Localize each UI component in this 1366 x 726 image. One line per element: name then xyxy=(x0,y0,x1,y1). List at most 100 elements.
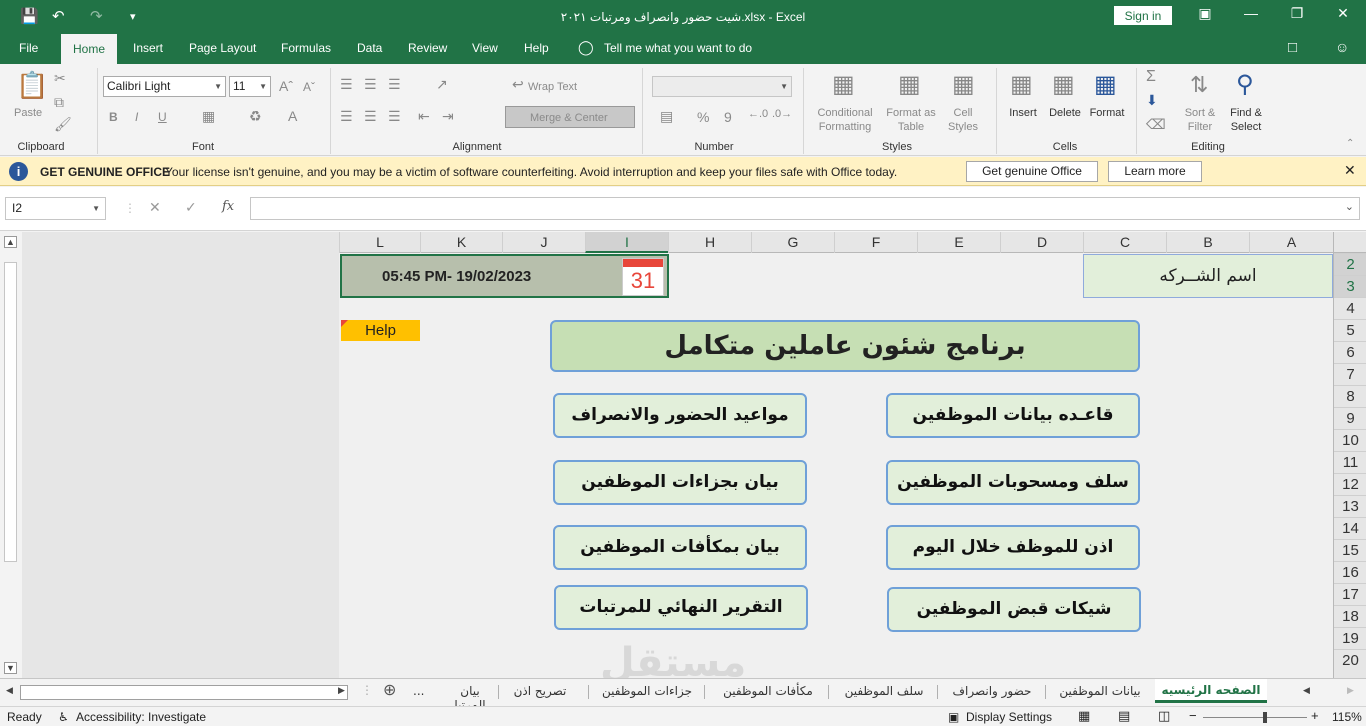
column-header-f[interactable]: F xyxy=(834,232,917,253)
employee-advances-button[interactable]: سلف ومسحوبات الموظفين xyxy=(886,460,1140,505)
zoom-level[interactable]: 115% xyxy=(1332,710,1362,724)
fill-color-icon[interactable]: ♻ xyxy=(249,108,262,125)
row-header[interactable]: 12 xyxy=(1334,473,1366,495)
accessibility-status[interactable]: Accessibility: Investigate xyxy=(76,710,206,724)
close-icon[interactable]: ✕ xyxy=(1344,162,1356,179)
collapse-ribbon-icon[interactable]: ⌃ xyxy=(1346,138,1354,149)
clear-icon[interactable]: ⌫ xyxy=(1146,116,1166,133)
zoom-out-icon[interactable]: − xyxy=(1189,708,1197,723)
font-name-select[interactable]: Calibri Light ▼ xyxy=(103,76,226,97)
font-size-select[interactable]: 11 ▼ xyxy=(229,76,271,97)
column-header-j[interactable]: J xyxy=(502,232,585,253)
scroll-right-icon[interactable]: ▶ xyxy=(338,685,345,696)
formula-input[interactable]: ⌄ xyxy=(250,197,1360,220)
sheet-tab[interactable]: بيانات الموظفين xyxy=(1052,684,1148,698)
scroll-left-icon[interactable]: ◀ xyxy=(6,685,13,696)
percent-button[interactable]: % xyxy=(697,110,709,124)
row-header[interactable]: 2 xyxy=(1334,253,1366,275)
delete-cells-button[interactable]: Delete xyxy=(1046,106,1084,120)
payroll-checks-button[interactable]: شيكات قبض الموظفين xyxy=(887,587,1141,632)
row-header[interactable]: 17 xyxy=(1334,583,1366,605)
display-settings-button[interactable]: Display Settings xyxy=(966,710,1052,724)
currency-icon[interactable]: ▤ xyxy=(660,108,673,125)
sort-filter-button[interactable]: Sort & Filter xyxy=(1183,106,1217,134)
increase-decimal-icon[interactable]: ←.0 xyxy=(748,108,768,120)
sheet-tab-active[interactable]: الصفحه الرئيسيه xyxy=(1155,679,1267,703)
cell-styles-icon[interactable]: ▦ xyxy=(952,70,975,99)
conditional-formatting-icon[interactable]: ▦ xyxy=(832,70,855,99)
row-header[interactable]: 10 xyxy=(1334,429,1366,451)
increase-indent-icon[interactable]: ⇥ xyxy=(442,108,454,125)
format-as-table-button[interactable]: Format as Table xyxy=(882,106,940,134)
page-layout-view-icon[interactable]: ▤ xyxy=(1118,708,1130,724)
row-header[interactable]: 11 xyxy=(1334,451,1366,473)
sheet-tab[interactable]: سلف الموظفين xyxy=(836,684,932,698)
help-button[interactable]: Help xyxy=(341,320,420,341)
align-middle-icon[interactable]: ☰ xyxy=(364,76,377,93)
column-header-h[interactable]: H xyxy=(668,232,751,253)
company-name-cell[interactable]: اسم الشــركه xyxy=(1083,254,1333,298)
restore-icon[interactable]: ❐ xyxy=(1282,5,1312,22)
delete-cells-icon[interactable]: ▦ xyxy=(1052,70,1075,99)
fill-icon[interactable]: ⬇ xyxy=(1146,92,1158,109)
format-cells-icon[interactable]: ▦ xyxy=(1094,70,1117,99)
sheet-tab[interactable]: تصريح اذن xyxy=(504,684,576,698)
row-header[interactable]: 15 xyxy=(1334,539,1366,561)
normal-view-icon[interactable]: ▦ xyxy=(1078,708,1090,724)
row-header[interactable]: 8 xyxy=(1334,385,1366,407)
zoom-slider-thumb[interactable] xyxy=(1263,712,1267,723)
tab-insert[interactable]: Insert xyxy=(133,41,163,55)
format-cells-button[interactable]: Format xyxy=(1087,106,1127,120)
name-box[interactable]: I2 ▼ xyxy=(5,197,106,220)
comma-button[interactable]: 9 xyxy=(724,110,732,124)
conditional-formatting-button[interactable]: Conditional Formatting xyxy=(812,106,878,134)
align-bottom-icon[interactable]: ☰ xyxy=(388,76,401,93)
learn-more-button[interactable]: Learn more xyxy=(1108,161,1202,182)
select-all-corner[interactable] xyxy=(1333,232,1366,253)
datetime-cell[interactable]: 05:45 PM- 19/02/2023 31 xyxy=(340,254,669,298)
row-header[interactable]: 6 xyxy=(1334,341,1366,363)
get-genuine-office-button[interactable]: Get genuine Office xyxy=(966,161,1098,182)
autosum-icon[interactable]: Σ xyxy=(1146,68,1156,86)
tab-view[interactable]: View xyxy=(472,41,498,55)
scroll-up-icon[interactable]: ▲ xyxy=(4,236,17,248)
column-header-i[interactable]: I xyxy=(585,232,668,253)
column-header-e[interactable]: E xyxy=(917,232,1000,253)
insert-cells-button[interactable]: Insert xyxy=(1005,106,1041,120)
align-left-icon[interactable]: ☰ xyxy=(340,108,353,125)
copy-icon[interactable]: ⧉ xyxy=(54,94,64,111)
enter-icon[interactable]: ✓ xyxy=(185,199,197,216)
page-break-view-icon[interactable]: ◫ xyxy=(1158,708,1170,724)
row-header[interactable]: 5 xyxy=(1334,319,1366,341)
tell-me-search[interactable]: Tell me what you want to do xyxy=(604,41,752,55)
row-header[interactable]: 20 xyxy=(1334,649,1366,671)
find-select-icon[interactable]: ⚲ xyxy=(1236,70,1254,99)
format-as-table-icon[interactable]: ▦ xyxy=(898,70,921,99)
close-icon[interactable]: ✕ xyxy=(1328,5,1358,22)
next-sheet-icon[interactable]: ▶ xyxy=(1347,685,1354,696)
sort-filter-icon[interactable]: ⇅ xyxy=(1190,72,1208,98)
row-header[interactable]: 7 xyxy=(1334,363,1366,385)
more-sheets-button[interactable]: ... xyxy=(413,684,424,698)
bonuses-report-button[interactable]: بيان بمكأفات الموظفين xyxy=(553,525,807,570)
attendance-times-button[interactable]: مواعيد الحضور والانصراف xyxy=(553,393,807,438)
font-color-icon[interactable]: A xyxy=(288,108,297,124)
row-header[interactable]: 3 xyxy=(1334,275,1366,297)
tab-review[interactable]: Review xyxy=(408,41,447,55)
wrap-text-button[interactable]: Wrap Text xyxy=(528,80,577,94)
row-header[interactable]: 13 xyxy=(1334,495,1366,517)
worksheet[interactable] xyxy=(339,232,1333,678)
sheet-tab[interactable]: حضور وانصراف xyxy=(944,684,1040,698)
expand-formula-icon[interactable]: ⌄ xyxy=(1345,200,1354,213)
vertical-scrollbar[interactable] xyxy=(4,262,17,562)
increase-font-icon[interactable]: Aˆ xyxy=(279,79,293,93)
find-select-button[interactable]: Find & Select xyxy=(1226,106,1266,134)
sheet-tab[interactable]: مكأفات الموظفين xyxy=(712,684,824,698)
comments-icon[interactable]: □ xyxy=(1288,39,1297,56)
previous-sheet-icon[interactable]: ◀ xyxy=(1303,685,1310,696)
row-header[interactable]: 14 xyxy=(1334,517,1366,539)
bold-button[interactable]: B xyxy=(109,110,118,124)
smiley-icon[interactable]: ☺ xyxy=(1335,39,1349,55)
ribbon-display-icon[interactable]: ▣ xyxy=(1190,5,1220,22)
tab-home[interactable]: Home xyxy=(61,34,117,64)
